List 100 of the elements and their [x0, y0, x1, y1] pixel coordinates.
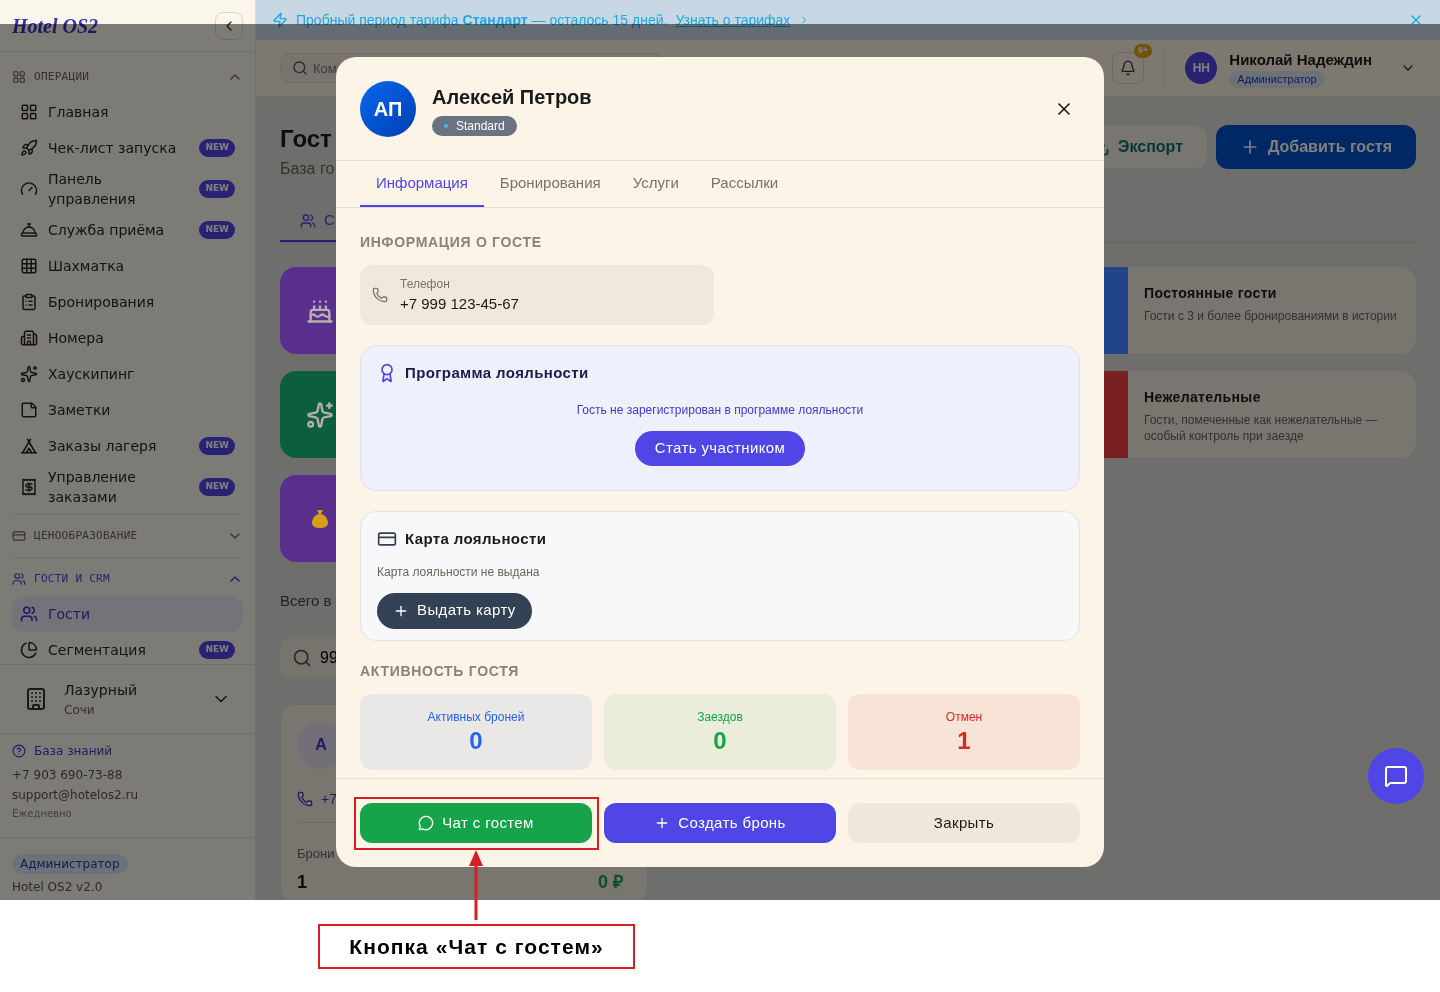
page-subtitle: База го: [280, 159, 335, 179]
section-icon: [12, 70, 26, 84]
panel-title: Программа лояльности: [405, 363, 589, 383]
bell-icon: [1120, 60, 1137, 76]
new-badge: NEW: [199, 641, 235, 659]
nav-icon: [20, 329, 38, 347]
new-badge: NEW: [199, 478, 235, 496]
nav-item[interactable]: Номера: [12, 320, 243, 356]
section-header[interactable]: ГОСТИ И CRM: [12, 562, 243, 596]
stat-value: 0: [469, 726, 483, 756]
nav-icon: [20, 605, 38, 623]
stat-label: Заездов: [697, 709, 743, 726]
dialog-tab[interactable]: Информация: [360, 161, 484, 207]
nav-icon: [20, 365, 38, 383]
nav-icon: [20, 478, 38, 496]
close-dialog-button[interactable]: Закрыть: [848, 803, 1080, 843]
panel-title: Карта лояльности: [405, 529, 547, 549]
section-header[interactable]: ЦЕНООБРАЗОВАНИЕ: [12, 519, 243, 553]
phone-value: +7 999 123-45-67: [400, 293, 519, 314]
trial-message: Пробный период тарифа Стандарт — осталось 15 дней.: [296, 10, 668, 30]
nav-item[interactable]: Заказы лагеря NEW: [12, 428, 243, 464]
hotel-selector[interactable]: Лазурный Сочи: [0, 664, 255, 733]
segment-description: Гости с 3 и более бронированиями в истории: [1144, 308, 1397, 324]
segment-description: Гости, помеченные как нежелательные — особый контроль при заезде: [1144, 412, 1379, 444]
chat-button[interactable]: Чат с гостем: [360, 803, 592, 843]
user-role: Администратор: [1229, 71, 1325, 88]
nav-item[interactable]: Заметки: [12, 392, 243, 428]
role-badge: Администратор: [12, 854, 128, 874]
guest-revenue: 0 ₽: [598, 870, 623, 893]
nav-icon: [20, 401, 38, 419]
panel-message: Карта лояльности не выдана: [377, 563, 540, 581]
join-button[interactable]: Стать участником: [634, 430, 806, 466]
nav-icon: [20, 139, 38, 157]
nav-icon: [20, 293, 38, 311]
app-version: Hotel OS2 v2.0: [12, 879, 103, 896]
user-name: Николай Надеждин: [1229, 49, 1372, 70]
notification-count: 9+: [1134, 44, 1153, 58]
chat-icon: [1384, 764, 1408, 788]
support-hours: Ежедневно: [12, 807, 73, 821]
section-heading: АКТИВНОСТЬ ГОСТЯ: [360, 662, 521, 681]
guest-phone: +7: [321, 789, 337, 809]
phone-icon: [372, 287, 388, 303]
nav-item[interactable]: Хаускипинг: [12, 356, 243, 392]
sparkle-icon: [306, 400, 334, 429]
callout-label: Кнопка «Чат с гостем»: [318, 924, 635, 969]
bookings-label: Брони: [297, 844, 335, 863]
help-icon: [12, 744, 26, 758]
guest-name: Алексей Петров: [432, 84, 592, 110]
callout-arrow: [468, 850, 484, 920]
section-header[interactable]: ОПЕРАЦИИ: [12, 60, 243, 94]
issue-card-button[interactable]: Выдать карту: [377, 592, 532, 629]
nav-item[interactable]: Управление заказами NEW: [12, 464, 243, 510]
section-icon: [12, 572, 26, 586]
nav-item[interactable]: Гости: [12, 596, 243, 632]
create-booking-button[interactable]: Создать бронь: [604, 803, 836, 843]
new-badge: NEW: [199, 437, 235, 455]
section-heading: ИНФОРМАЦИЯ О ГОСТЕ: [360, 233, 543, 252]
hotel-city: Сочи: [64, 701, 96, 719]
nav-item[interactable]: Служба приёма NEW: [12, 212, 243, 248]
nav-icon: [20, 180, 38, 198]
stat-label: Отмен: [945, 709, 983, 726]
new-badge: NEW: [199, 180, 235, 198]
nav-icon: [20, 221, 38, 239]
chat-icon: [418, 815, 435, 831]
knowledge-base-link[interactable]: База знаний: [12, 742, 243, 760]
guest-avatar: АП: [360, 80, 416, 137]
nav-item[interactable]: Главная: [12, 94, 243, 130]
new-badge: NEW: [199, 221, 235, 239]
nav-item[interactable]: Чек-лист запуска NEW: [12, 130, 243, 166]
section-icon: [12, 529, 26, 543]
stat-value: 0: [713, 726, 727, 756]
stat-label: Активных броней: [427, 709, 525, 726]
support-email: support@hotelos2.ru: [12, 787, 140, 804]
search-icon: [292, 60, 308, 76]
collapse-button[interactable]: [215, 11, 243, 40]
total-label: Всего в: [280, 591, 332, 611]
nav-item[interactable]: Панель управления NEW: [12, 166, 243, 212]
stat-value: 1: [957, 726, 971, 756]
dialog-tab[interactable]: Рассылки: [694, 161, 795, 207]
new-badge: NEW: [199, 139, 235, 157]
nav-icon: [20, 641, 38, 659]
page-title: Гост: [280, 124, 333, 154]
add-guest-button[interactable]: Добавить гостя: [1215, 125, 1416, 169]
lightning-icon: [272, 12, 288, 28]
users-icon: [300, 212, 316, 229]
dialog-tab[interactable]: Бронирования: [483, 161, 617, 207]
bookings-count: 1: [297, 870, 307, 893]
segment-title: Нежелательные: [1144, 388, 1262, 407]
search-icon: [292, 647, 312, 668]
user-avatar[interactable]: НН: [1185, 52, 1218, 84]
nav-item[interactable]: Сегментация NEW: [12, 632, 243, 664]
hotel-name: Лазурный: [64, 680, 139, 700]
building-icon: [24, 687, 48, 711]
segment-title: Постоянные гости: [1144, 284, 1278, 303]
nav-icon: [20, 257, 38, 275]
tier-badge: Standard: [432, 115, 517, 136]
nav-item[interactable]: Шахматка: [12, 248, 243, 284]
nav-item[interactable]: Бронирования: [12, 284, 243, 320]
dialog-tab[interactable]: Услуги: [616, 161, 695, 207]
nav-icon: [20, 437, 38, 455]
